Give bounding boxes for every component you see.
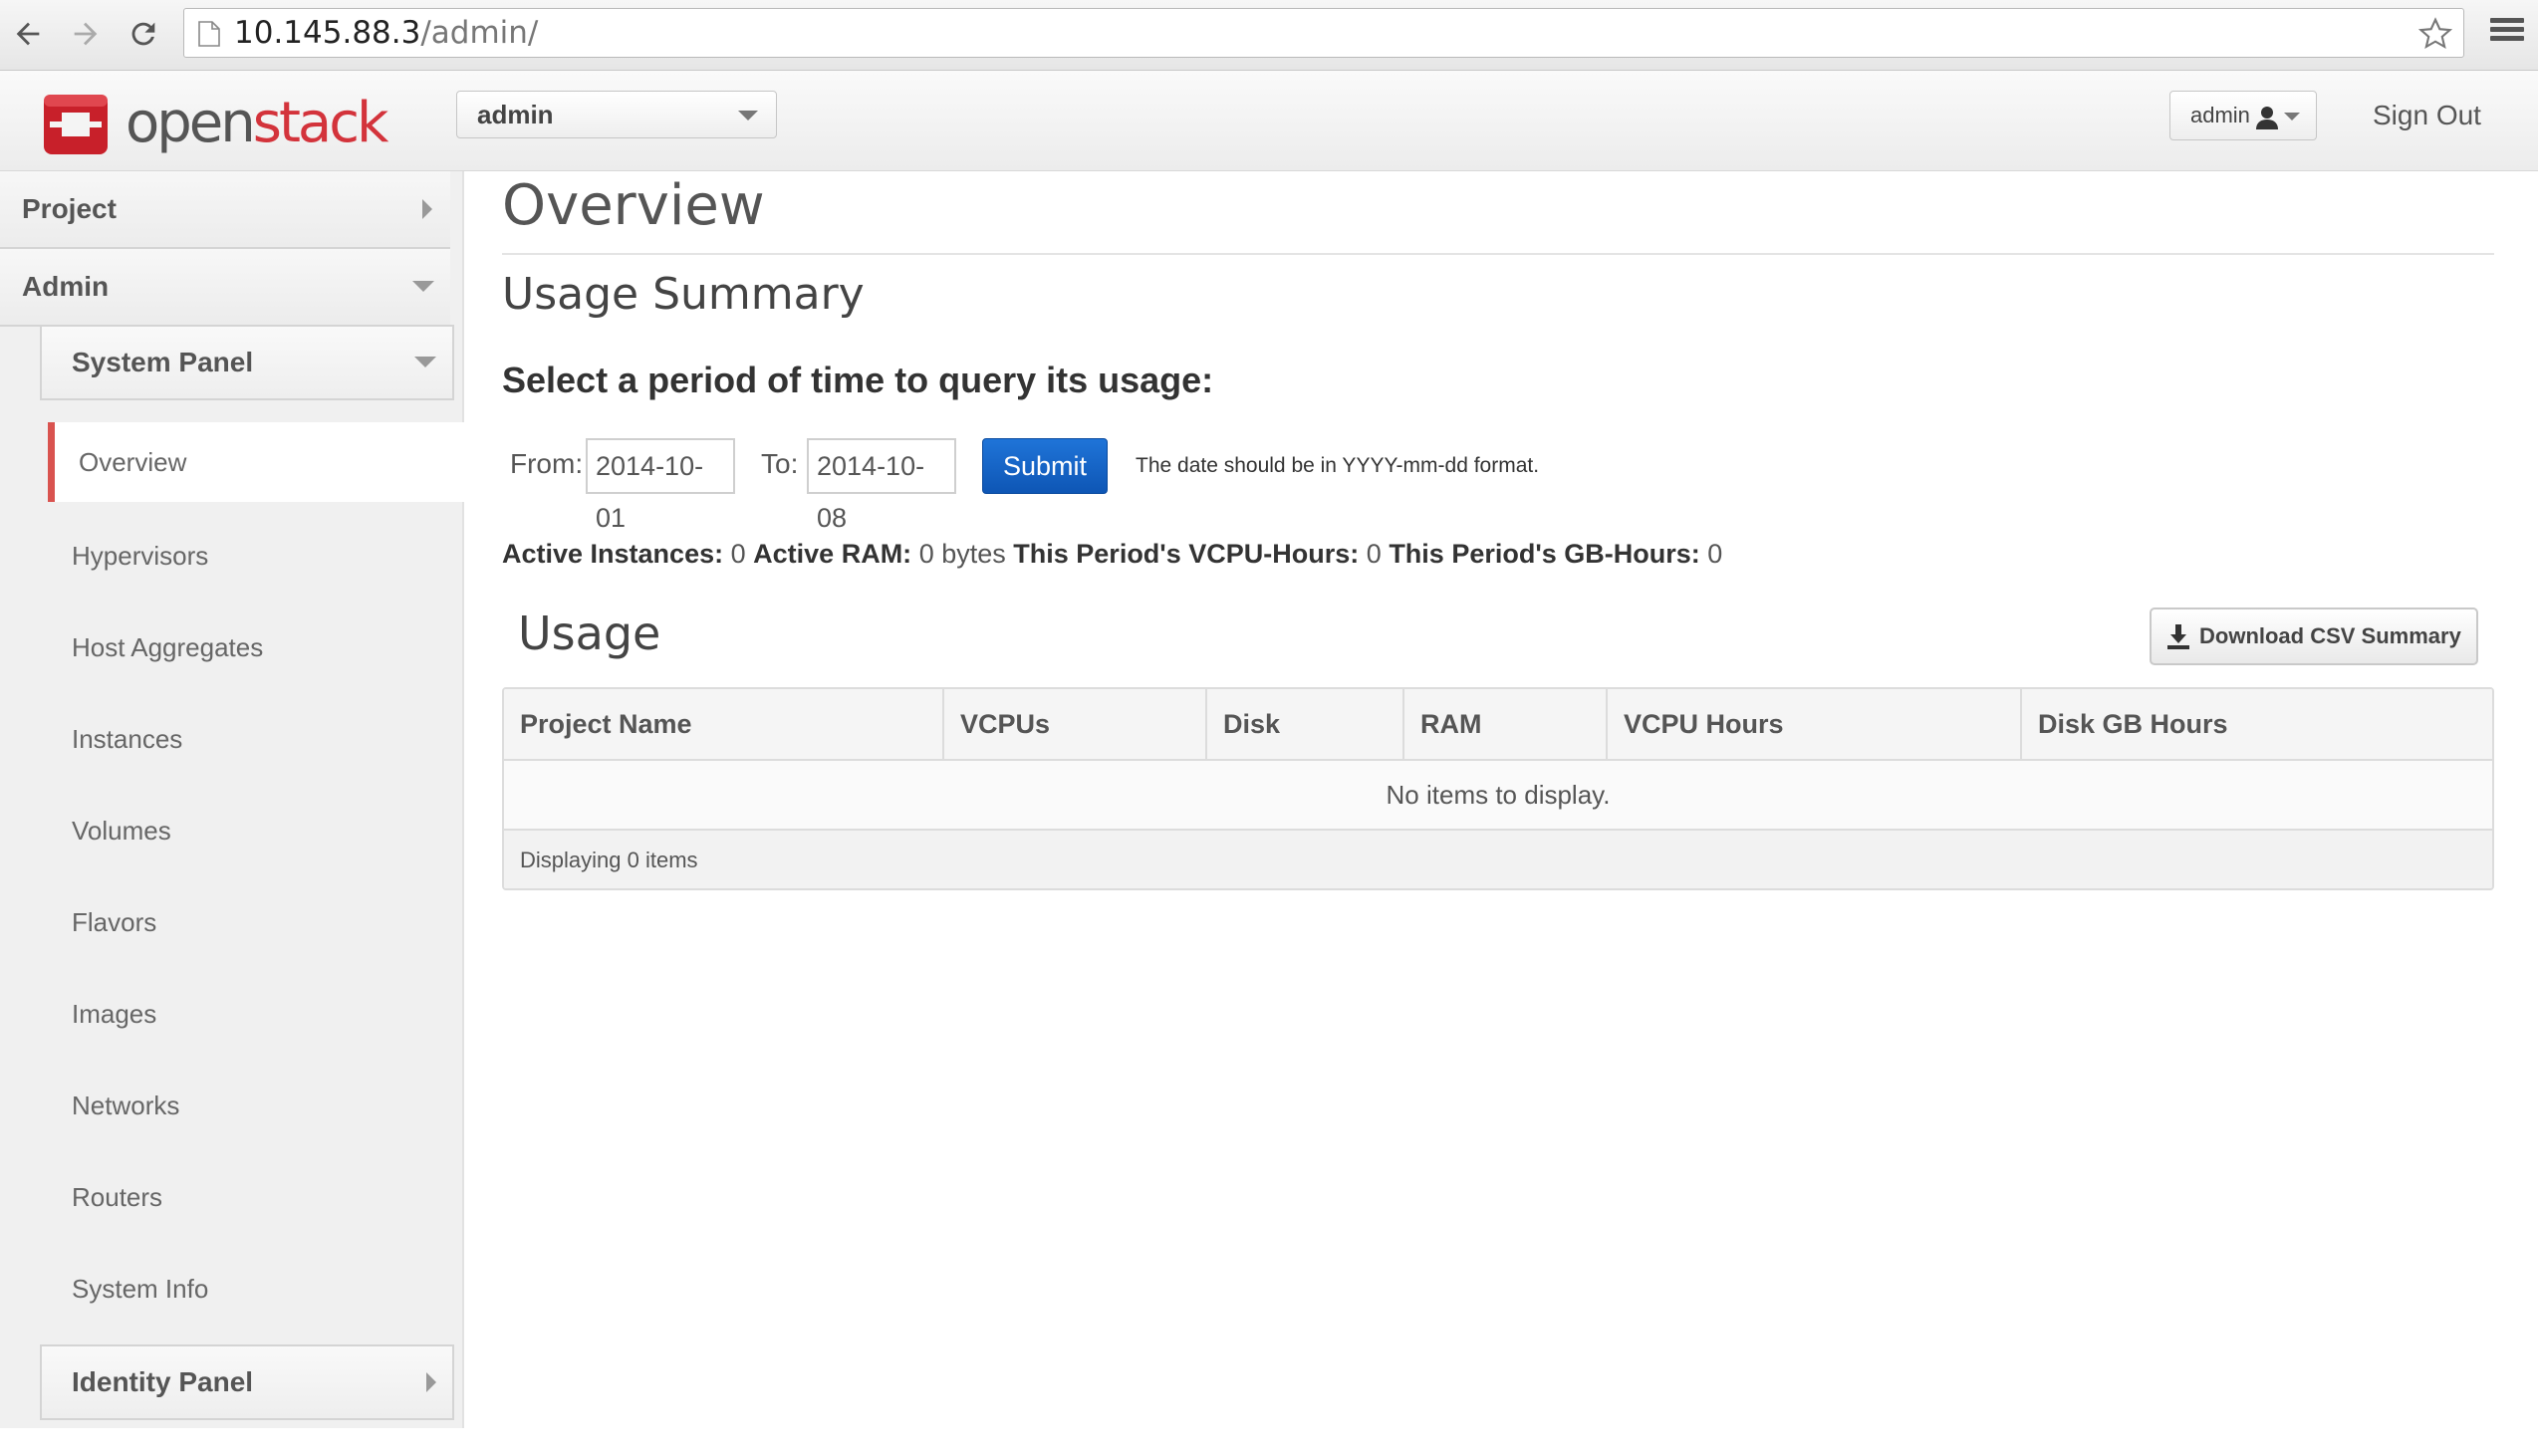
logo-text: openstack <box>126 91 388 155</box>
usage-heading: Usage <box>518 607 661 660</box>
gb-hours-label: This Period's GB-Hours: <box>1389 539 1700 569</box>
to-label: To: <box>761 448 799 479</box>
sidebar-dashboard-label: Project <box>22 193 117 224</box>
sidebar-item-volumes[interactable]: Volumes <box>72 801 171 860</box>
user-menu-label: admin <box>2190 103 2250 127</box>
table-header: Project Name VCPUs Disk RAM VCPU Hours D… <box>504 689 2492 761</box>
reload-icon <box>131 22 155 46</box>
browser-toolbar: 10.145.88.3/admin/ <box>0 0 2538 71</box>
sign-out-link[interactable]: Sign Out <box>2373 91 2481 140</box>
sidebar-panel-label: System Panel <box>72 347 254 377</box>
url-text: 10.145.88.3/admin/ <box>234 9 538 57</box>
user-caret-icon <box>2284 113 2300 121</box>
forward-button[interactable] <box>62 9 110 59</box>
chevron-right-icon <box>426 1372 436 1392</box>
query-heading: Select a period of time to query its usa… <box>502 360 1214 400</box>
from-label: From: <box>510 448 584 479</box>
chevron-right-icon <box>422 199 432 219</box>
browser-menu-icon[interactable] <box>2490 14 2524 54</box>
back-arrow-icon <box>16 22 40 46</box>
address-bar[interactable]: 10.145.88.3/admin/ <box>183 8 2464 58</box>
sidebar-panel-label: Identity Panel <box>72 1366 254 1397</box>
sidebar-item-networks[interactable]: Networks <box>72 1076 179 1135</box>
sidebar-item-overview[interactable]: Overview <box>48 422 464 502</box>
usage-table: Project Name VCPUs Disk RAM VCPU Hours D… <box>502 687 2494 890</box>
column-header-disk[interactable]: Disk <box>1205 689 1402 759</box>
usage-summary-heading: Usage Summary <box>502 269 865 320</box>
page-icon <box>198 21 220 47</box>
url-host: 10.145.88.3 <box>234 15 421 51</box>
url-path: /admin/ <box>420 15 539 51</box>
chevron-down-icon <box>738 111 758 121</box>
page-title: Overview <box>502 173 765 238</box>
sidebar-item-system-info[interactable]: System Info <box>72 1259 208 1319</box>
sidebar-item-routers[interactable]: Routers <box>72 1167 162 1227</box>
sidebar: Project Admin System Panel Overview Hype… <box>0 171 464 1428</box>
column-header-disk-gb-hours[interactable]: Disk GB Hours <box>2020 689 2492 759</box>
usage-stats: Active Instances: 0 Active RAM: 0 bytes … <box>502 532 1722 576</box>
column-header-vcpus[interactable]: VCPUs <box>942 689 1205 759</box>
column-header-project-name[interactable]: Project Name <box>504 689 942 759</box>
sidebar-item-flavors[interactable]: Flavors <box>72 892 156 952</box>
sidebar-dashboard-project[interactable]: Project <box>0 171 450 249</box>
table-footer-count: Displaying 0 items <box>504 831 2492 888</box>
chevron-down-icon <box>412 281 434 292</box>
sidebar-panel-identity[interactable]: Identity Panel <box>40 1344 454 1420</box>
active-instances-label: Active Instances: <box>502 539 724 569</box>
column-header-ram[interactable]: RAM <box>1402 689 1606 759</box>
download-csv-label: Download CSV Summary <box>2199 623 2461 648</box>
sidebar-item-label: Overview <box>79 447 187 477</box>
back-button[interactable] <box>4 9 52 59</box>
user-menu-button[interactable]: admin <box>2169 91 2317 140</box>
user-icon <box>2256 107 2278 129</box>
openstack-logo-icon <box>44 95 108 154</box>
from-date-input[interactable]: 2014-10-01 <box>586 438 735 533</box>
gb-hours-value: 0 <box>1707 539 1723 569</box>
download-icon <box>2167 624 2189 649</box>
sidebar-dashboard-admin[interactable]: Admin <box>0 249 450 327</box>
forward-arrow-icon <box>74 22 98 46</box>
column-header-vcpu-hours[interactable]: VCPU Hours <box>1606 689 2020 759</box>
active-ram-label: Active RAM: <box>753 539 912 569</box>
bookmark-star-icon[interactable] <box>2417 16 2453 52</box>
project-selector[interactable]: admin <box>456 91 777 138</box>
sidebar-item-host-aggregates[interactable]: Host Aggregates <box>72 617 263 677</box>
title-divider <box>502 253 2494 255</box>
to-date-input[interactable]: 2014-10-08 <box>807 438 956 533</box>
sidebar-panel-system[interactable]: System Panel <box>40 325 454 400</box>
openstack-logo[interactable]: openstack <box>40 89 388 158</box>
sidebar-item-images[interactable]: Images <box>72 984 156 1044</box>
submit-button[interactable]: Submit <box>982 438 1108 494</box>
empty-table-message: No items to display. <box>504 761 2492 831</box>
date-format-hint: The date should be in YYYY-mm-dd format. <box>1136 454 1540 477</box>
project-selector-value: admin <box>477 100 554 129</box>
sidebar-item-instances[interactable]: Instances <box>72 709 182 769</box>
sidebar-dashboard-label: Admin <box>22 271 110 302</box>
reload-button[interactable] <box>120 9 167 59</box>
vcpu-hours-value: 0 <box>1366 539 1382 569</box>
vcpu-hours-label: This Period's VCPU-Hours: <box>1013 539 1360 569</box>
download-csv-button[interactable]: Download CSV Summary <box>2150 607 2478 665</box>
chevron-down-icon <box>414 357 436 367</box>
active-instances-value: 0 <box>730 539 746 569</box>
app-header: openstack admin admin Sign Out <box>0 71 2538 171</box>
sidebar-item-hypervisors[interactable]: Hypervisors <box>72 526 208 586</box>
active-ram-value: 0 bytes <box>918 539 1006 569</box>
